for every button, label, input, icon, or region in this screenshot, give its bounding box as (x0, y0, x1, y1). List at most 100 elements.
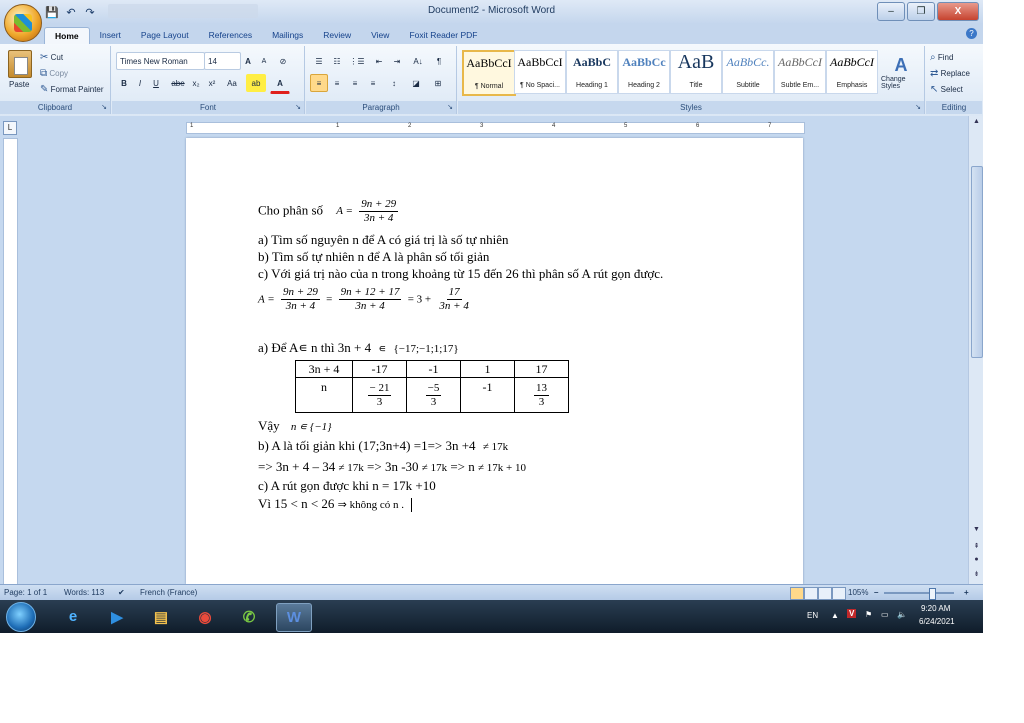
borders-button[interactable]: ⊞ (428, 74, 448, 92)
full-screen-view-icon[interactable] (804, 587, 818, 600)
zoom-out-button[interactable]: – (874, 588, 878, 597)
taskbar-ie[interactable]: e (56, 603, 90, 630)
print-layout-view-icon[interactable] (790, 587, 804, 600)
align-right-button[interactable]: ≡ (346, 74, 364, 92)
taskbar-media-player[interactable]: ▶ (100, 603, 134, 630)
tab-mailings[interactable]: Mailings (262, 27, 313, 44)
style-subtitle[interactable]: AaBbCc. Subtitle (722, 50, 774, 94)
tab-review[interactable]: Review (313, 27, 361, 44)
clipboard-launcher-icon[interactable]: ↘ (101, 103, 107, 111)
multilevel-list-button[interactable]: ⋮☰ (346, 52, 368, 70)
zoom-slider[interactable] (884, 592, 954, 594)
web-layout-view-icon[interactable] (818, 587, 832, 600)
volume-icon[interactable]: 🔈 (897, 610, 907, 619)
align-left-button[interactable]: ≡ (310, 74, 328, 92)
outline-view-icon[interactable] (832, 587, 846, 600)
next-page-icon[interactable]: ⇟ (972, 570, 981, 578)
start-button[interactable] (6, 602, 36, 632)
highlight-button[interactable]: ab (246, 74, 266, 92)
prev-page-icon[interactable]: ⇞ (972, 542, 981, 550)
style-no-spacing[interactable]: AaBbCcI ¶ No Spaci... (514, 50, 566, 94)
taskbar-chrome[interactable]: ◉ (188, 603, 222, 630)
style-emphasis[interactable]: AaBbCcI Emphasis (826, 50, 878, 94)
maximize-button[interactable]: ❐ (907, 2, 935, 21)
increase-indent-button[interactable]: ⇥ (388, 52, 406, 70)
network-icon[interactable]: ▭ (881, 610, 889, 619)
justify-button[interactable]: ≡ (364, 74, 382, 92)
document-page[interactable]: Cho phân số A = 9n + 29 3n + 4 a) Tìm số … (186, 138, 803, 584)
bullets-button[interactable]: ☰ (310, 52, 328, 70)
select-button[interactable]: ↖ Select (930, 84, 963, 95)
action-center-flag-icon[interactable]: ⚑ (865, 610, 872, 619)
style-subtle-emphasis[interactable]: AaBbCcI Subtle Em... (774, 50, 826, 94)
zoom-in-button[interactable]: + (964, 588, 969, 597)
paste-label[interactable]: Paste (9, 80, 29, 89)
zoom-level[interactable]: 105% (848, 588, 868, 597)
input-language[interactable]: EN (807, 611, 818, 620)
styles-launcher-icon[interactable]: ↘ (915, 103, 921, 111)
find-button[interactable]: ⌕ Find (930, 52, 953, 63)
tab-insert[interactable]: Insert (90, 27, 131, 44)
clock-date[interactable]: 6/24/2021 (919, 617, 955, 626)
proofing-icon[interactable]: ✔ (118, 588, 125, 597)
close-button[interactable]: X (937, 2, 979, 21)
show-marks-button[interactable]: ¶ (430, 52, 448, 70)
style-heading-1[interactable]: AaBbC Heading 1 (566, 50, 618, 94)
shading-button[interactable]: ◪ (406, 74, 426, 92)
vertical-ruler[interactable] (3, 138, 18, 586)
style-normal[interactable]: AaBbCcI ¶ Normal (462, 50, 516, 96)
underline-button[interactable]: U (148, 74, 164, 92)
font-launcher-icon[interactable]: ↘ (295, 103, 301, 111)
browse-object-icon[interactable]: ● (972, 556, 981, 563)
antivirus-icon[interactable]: V (847, 609, 857, 618)
grow-font-button[interactable]: A (240, 52, 256, 70)
style-heading-2[interactable]: AaBbCc Heading 2 (618, 50, 670, 94)
shrink-font-button[interactable]: A (256, 52, 272, 70)
style-title[interactable]: AaB Title (670, 50, 722, 94)
minimize-button[interactable]: – (877, 2, 905, 21)
italic-button[interactable]: I (132, 74, 148, 92)
tab-references[interactable]: References (199, 27, 262, 44)
taskbar-explorer[interactable]: ▤ (144, 603, 178, 630)
line-spacing-button[interactable]: ↕ (384, 74, 404, 92)
help-icon[interactable]: ? (966, 28, 977, 39)
taskbar-word[interactable]: W (276, 603, 312, 632)
tab-view[interactable]: View (361, 27, 399, 44)
subscript-button[interactable]: x₂ (188, 74, 204, 92)
decrease-indent-button[interactable]: ⇤ (370, 52, 388, 70)
font-color-button[interactable]: A (270, 74, 290, 94)
change-case-button[interactable]: Aa (222, 74, 242, 92)
numbering-button[interactable]: ☷ (328, 52, 346, 70)
bold-button[interactable]: B (116, 74, 132, 92)
taskbar-viber[interactable]: ✆ (232, 603, 266, 630)
replace-button[interactable]: ⇄ Replace (930, 68, 970, 79)
page-indicator[interactable]: Page: 1 of 1 (4, 588, 47, 597)
paste-icon[interactable] (8, 50, 32, 78)
clock-time[interactable]: 9:20 AM (921, 604, 950, 613)
zoom-slider-thumb[interactable] (929, 588, 936, 600)
scroll-thumb[interactable] (971, 166, 983, 358)
clear-formatting-icon[interactable]: ⊘ (274, 52, 292, 70)
tab-selector[interactable]: L (3, 121, 17, 135)
tab-foxit-reader-pdf[interactable]: Foxit Reader PDF (399, 27, 487, 44)
strikethrough-button[interactable]: abe (168, 74, 188, 92)
font-size-select[interactable]: 14 (204, 52, 241, 70)
superscript-button[interactable]: x² (204, 74, 220, 92)
font-family-select[interactable]: Times New Roman (116, 52, 205, 70)
word-count[interactable]: Words: 113 (64, 588, 104, 597)
center-button[interactable]: ≡ (328, 74, 346, 92)
tab-page-layout[interactable]: Page Layout (131, 27, 199, 44)
scroll-down-icon[interactable]: ▼ (972, 526, 981, 533)
sort-button[interactable]: A↓ (408, 52, 428, 70)
cut-button[interactable]: ✂ Cut (40, 52, 63, 63)
tab-home[interactable]: Home (44, 27, 90, 45)
vertical-scrollbar[interactable]: ▲ ▼ ⇞ ● ⇟ (968, 116, 983, 584)
show-hidden-icons-icon[interactable]: ▲ (831, 611, 839, 620)
paragraph-launcher-icon[interactable]: ↘ (447, 103, 453, 111)
language-indicator[interactable]: French (France) (140, 588, 197, 597)
change-styles-button[interactable]: A Change Styles (880, 50, 922, 94)
office-button[interactable] (4, 4, 42, 42)
copy-button[interactable]: ⧉ Copy (40, 68, 68, 79)
format-painter-button[interactable]: ✎ Format Painter (40, 84, 104, 95)
scroll-up-icon[interactable]: ▲ (972, 118, 981, 125)
